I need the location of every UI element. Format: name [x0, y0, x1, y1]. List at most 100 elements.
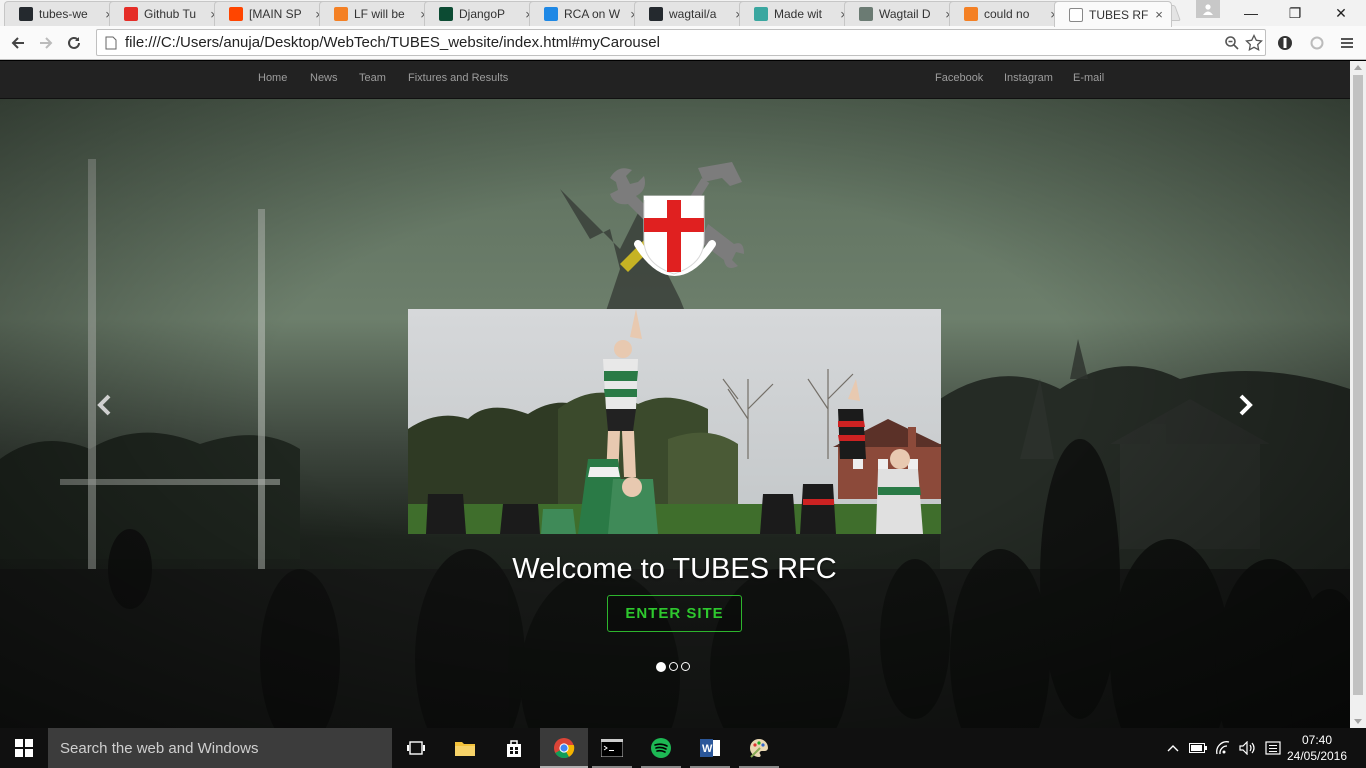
nav-link-home[interactable]: Home [258, 72, 287, 84]
forward-button[interactable] [34, 31, 58, 55]
carousel-indicator-3[interactable] [681, 662, 690, 671]
enter-site-button[interactable]: ENTER SITE [607, 595, 742, 632]
reload-icon [68, 36, 80, 49]
chevron-right-icon [1239, 394, 1253, 416]
nav-link-fixtures[interactable]: Fixtures and Results [408, 72, 508, 84]
tab-title: Made wit [774, 7, 823, 21]
command-prompt-button[interactable] [588, 728, 636, 768]
tab-title: tubes-we [39, 7, 88, 21]
tab-title: Github Tu [144, 7, 197, 21]
bookmark-star-icon[interactable] [1243, 32, 1265, 54]
store-bag-icon [507, 740, 521, 757]
tab-title: wagtail/a [669, 7, 717, 21]
github-icon [19, 7, 33, 21]
scrollbar-thumb[interactable] [1353, 75, 1363, 695]
menu-icon[interactable] [1336, 32, 1358, 54]
paint-button[interactable] [735, 728, 783, 768]
file-explorer-button[interactable] [441, 728, 489, 768]
browser-tab-2[interactable]: Github Tu× [109, 1, 227, 26]
battery-icon[interactable] [1187, 728, 1209, 768]
stackoverflow-icon [334, 7, 348, 21]
chevron-up-icon [1167, 745, 1179, 752]
web-page: Home News Team Fixtures and Results Face… [0, 61, 1350, 728]
back-button[interactable] [6, 31, 30, 55]
browser-tab-11[interactable]: TUBES RF × [1054, 1, 1172, 27]
zoom-icon[interactable] [1221, 32, 1243, 54]
nav-link-facebook[interactable]: Facebook [935, 72, 983, 84]
tab-title: RCA on W [564, 7, 621, 21]
carousel-indicator-1[interactable] [656, 662, 666, 672]
stackoverflow-icon [964, 7, 978, 21]
browser-tab-1[interactable]: tubes-we× [4, 1, 122, 26]
browser-toolbar: file:///C:/Users/anuja/Desktop/WebTech/T… [0, 26, 1366, 60]
scroll-down-arrow-icon[interactable] [1354, 719, 1362, 724]
site-navbar: Home News Team Fixtures and Results Face… [0, 61, 1350, 99]
volume-icon[interactable] [1236, 728, 1258, 768]
start-button[interactable] [0, 728, 48, 768]
browser-tab-4[interactable]: LF will be× [319, 1, 437, 26]
chevron-left-icon [97, 394, 111, 416]
welcome-heading: Welcome to TUBES RFC [512, 553, 837, 585]
word-icon: W [700, 739, 720, 757]
tab-title: LF will be [354, 7, 405, 21]
url-text[interactable]: file:///C:/Users/anuja/Desktop/WebTech/T… [125, 34, 1221, 51]
nav-link-team[interactable]: Team [359, 72, 386, 84]
browser-tab-9[interactable]: Wagtail D× [844, 1, 962, 26]
paint-palette-icon [750, 739, 768, 758]
scroll-up-arrow-icon[interactable] [1354, 65, 1362, 70]
action-center-icon[interactable] [1262, 728, 1284, 768]
close-window-button[interactable]: ✕ [1318, 0, 1364, 26]
browser-tab-3[interactable]: [MAIN SP× [214, 1, 332, 26]
store-button[interactable] [490, 728, 538, 768]
browser-tab-8[interactable]: Made wit× [739, 1, 857, 26]
back-arrow-icon [11, 37, 24, 49]
windows-logo-icon [15, 739, 33, 757]
carousel-next-button[interactable] [1234, 391, 1258, 419]
carousel-indicator-2[interactable] [669, 662, 678, 671]
page-icon [103, 35, 119, 51]
nav-link-instagram[interactable]: Instagram [1004, 72, 1053, 84]
youtube-icon [124, 7, 138, 21]
chrome-taskbar-button[interactable] [540, 728, 588, 768]
tab-title: Wagtail D [879, 7, 931, 21]
taskbar-clock[interactable]: 07:40 24/05/2016 [1286, 732, 1348, 764]
address-bar[interactable]: file:///C:/Users/anuja/Desktop/WebTech/T… [96, 29, 1266, 56]
club-crest-logo [610, 162, 744, 276]
tab-title: could no [984, 7, 1030, 21]
browser-tab-6[interactable]: RCA on W× [529, 1, 647, 26]
browser-tab-5[interactable]: DjangoP× [424, 1, 542, 26]
wifi-icon[interactable] [1212, 728, 1234, 768]
chrome-icon [554, 738, 575, 759]
carousel-prev-button[interactable] [92, 391, 116, 419]
tab-title: [MAIN SP [249, 7, 302, 21]
spotify-button[interactable] [637, 728, 685, 768]
page-scrollbar[interactable] [1350, 61, 1366, 728]
word-button[interactable]: W [686, 728, 734, 768]
browser-tab-10[interactable]: could no× [949, 1, 1067, 26]
nav-link-email[interactable]: E-mail [1073, 72, 1104, 84]
show-hidden-icons-button[interactable] [1162, 728, 1184, 768]
maximize-button[interactable]: ❐ [1272, 0, 1318, 26]
nav-link-news[interactable]: News [310, 72, 338, 84]
clock-time: 07:40 [1301, 733, 1333, 747]
rugby-lineout-photo [408, 309, 941, 534]
tab-title: DjangoP [459, 7, 506, 21]
minimize-button[interactable]: — [1228, 0, 1274, 26]
feather-icon [754, 7, 768, 21]
tab-close-icon[interactable]: × [1153, 7, 1165, 22]
page-icon [1069, 7, 1083, 22]
clock-date: 24/05/2016 [1286, 749, 1348, 763]
carousel-slide-image [408, 309, 941, 534]
extension-icon[interactable] [1274, 32, 1296, 54]
reddit-icon [229, 7, 243, 21]
wagtail-icon [859, 7, 873, 21]
browser-tab-7[interactable]: wagtail/a× [634, 1, 752, 26]
taskbar-search-box[interactable]: Search the web and Windows [48, 728, 392, 768]
windows-taskbar: Search the web and Windows W 07:40 24/05… [0, 728, 1366, 768]
reload-button[interactable] [62, 31, 86, 55]
task-view-button[interactable] [392, 728, 440, 768]
pause-icon [544, 7, 558, 21]
extension-gray-icon[interactable] [1306, 32, 1328, 54]
profile-button[interactable] [1196, 0, 1220, 18]
github-icon [649, 7, 663, 21]
